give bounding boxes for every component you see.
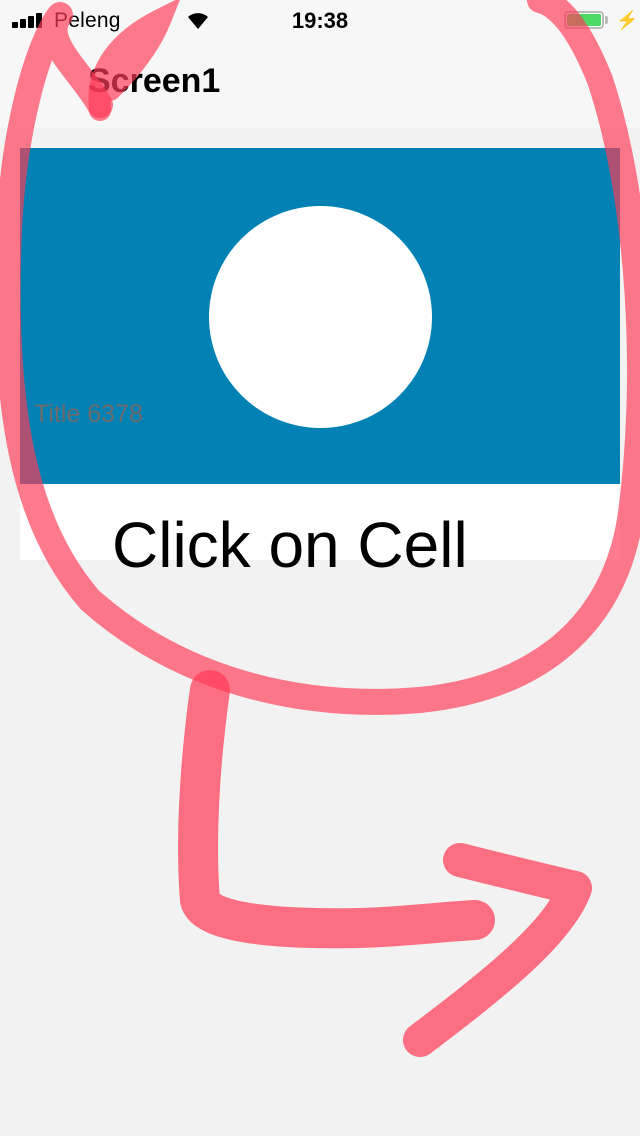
- instruction-text: Click on Cell: [112, 509, 468, 581]
- battery-icon: [564, 11, 604, 29]
- red-marker-arrowhead-icon: [403, 843, 592, 1057]
- status-bar: Peleng 19:38 ⚡: [0, 0, 640, 40]
- cell-banner-image: Title 6378: [20, 148, 620, 484]
- status-time: 19:38: [291, 8, 349, 33]
- battery-level-fill: [567, 14, 601, 26]
- cell-title: Title 6378: [34, 400, 143, 428]
- circle-icon: [209, 206, 432, 428]
- red-marker-arrow-icon: [178, 670, 495, 949]
- app-screen: Peleng 19:38 ⚡ Screen1 Title 6378 Click …: [0, 0, 640, 1136]
- page-title: Screen1: [88, 62, 221, 100]
- list-cell[interactable]: Title 6378: [20, 148, 620, 560]
- bolt-icon: ⚡: [616, 10, 639, 30]
- battery-cap: [605, 16, 608, 24]
- navigation-bar: Screen1: [0, 40, 640, 128]
